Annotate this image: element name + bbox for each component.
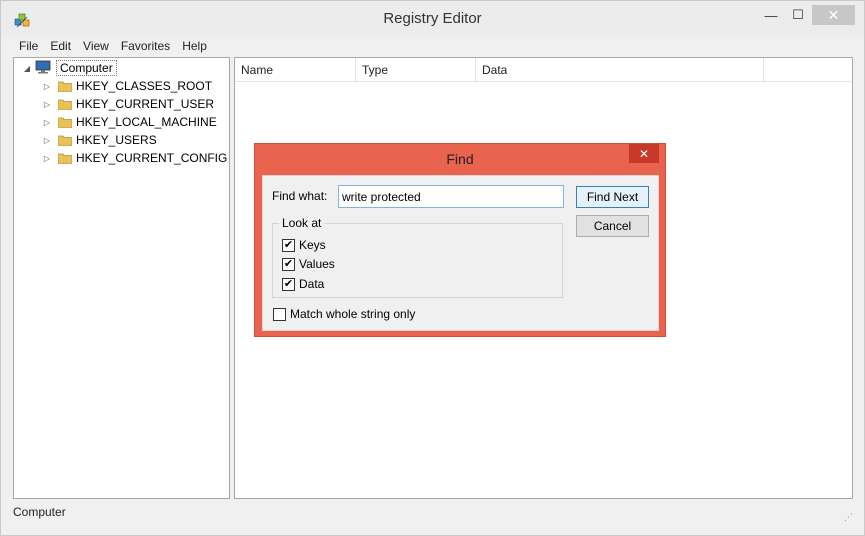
find-dialog-close-button[interactable]: ✕ — [629, 144, 659, 163]
tree-label-computer: Computer — [56, 60, 117, 76]
find-dialog-title[interactable]: Find — [255, 151, 665, 167]
list-header: Name Type Data — [235, 58, 852, 82]
menu-bar: File Edit View Favorites Help — [13, 37, 213, 55]
menu-favorites[interactable]: Favorites — [115, 37, 176, 55]
menu-help[interactable]: Help — [176, 37, 213, 55]
window-title: Registry Editor — [383, 10, 482, 27]
find-what-label: Find what: — [272, 189, 328, 203]
registry-tree[interactable]: ◢ Computer ▷ HKEY_CLASSES_ROOT ▷ HKEY_CU… — [13, 57, 230, 499]
resize-grip-icon[interactable]: ⋰ — [843, 512, 853, 522]
expand-arrow-icon[interactable]: ▷ — [42, 99, 52, 109]
folder-icon — [58, 98, 72, 110]
tree-label-hkcu: HKEY_CURRENT_USER — [76, 97, 215, 111]
menu-view[interactable]: View — [77, 37, 115, 55]
expand-arrow-icon[interactable]: ▷ — [42, 81, 52, 91]
look-at-group: Look at ✔ Keys ✔ Values ✔ Data — [272, 216, 563, 298]
tree-label-hklm: HKEY_LOCAL_MACHINE — [76, 115, 217, 129]
menu-edit[interactable]: Edit — [44, 37, 77, 55]
find-what-input[interactable] — [338, 185, 564, 208]
folder-icon — [58, 116, 72, 128]
data-label: Data — [299, 277, 325, 291]
column-header-data[interactable]: Data — [476, 58, 764, 82]
tree-node-hklm[interactable]: ▷ HKEY_LOCAL_MACHINE — [42, 113, 217, 131]
cancel-button[interactable]: Cancel — [576, 215, 649, 237]
values-checkbox[interactable]: ✔ — [282, 257, 295, 271]
collapse-arrow-icon[interactable]: ◢ — [22, 63, 32, 73]
match-whole-label: Match whole string only — [290, 307, 416, 321]
keys-label: Keys — [299, 238, 326, 252]
tree-node-hkcr[interactable]: ▷ HKEY_CLASSES_ROOT — [42, 77, 212, 95]
values-label: Values — [299, 257, 335, 271]
registry-editor-window: Registry Editor — ☐ ✕ File Edit View Fav… — [0, 0, 865, 536]
expand-arrow-icon[interactable]: ▷ — [42, 135, 52, 145]
match-whole-checkbox[interactable] — [273, 307, 286, 321]
column-header-name[interactable]: Name — [235, 58, 356, 82]
values-option[interactable]: ✔ Values — [282, 256, 335, 272]
tree-node-hkcu[interactable]: ▷ HKEY_CURRENT_USER — [42, 95, 214, 113]
tree-node-hkcc[interactable]: ▷ HKEY_CURRENT_CONFIG — [42, 149, 227, 167]
look-at-label: Look at — [279, 216, 325, 230]
match-whole-option[interactable]: Match whole string only — [273, 306, 415, 322]
keys-checkbox[interactable]: ✔ — [282, 238, 295, 252]
title-bar[interactable]: Registry Editor — ☐ ✕ — [1, 1, 864, 37]
maximize-button[interactable]: ☐ — [783, 5, 813, 25]
computer-icon — [34, 60, 52, 77]
tree-node-hku[interactable]: ▷ HKEY_USERS — [42, 131, 157, 149]
status-path: Computer — [13, 505, 66, 519]
status-bar: Computer ⋰ — [13, 502, 853, 522]
tree-label-hku: HKEY_USERS — [76, 133, 157, 147]
data-option[interactable]: ✔ Data — [282, 276, 324, 292]
expand-arrow-icon[interactable]: ▷ — [42, 153, 52, 163]
find-dialog-body: Find what: Find Next Cancel Look at ✔ Ke… — [262, 175, 659, 331]
keys-option[interactable]: ✔ Keys — [282, 237, 326, 253]
minimize-button[interactable]: — — [756, 5, 786, 25]
tree-node-computer[interactable]: ◢ Computer — [22, 59, 117, 77]
folder-icon — [58, 152, 72, 164]
folder-icon — [58, 134, 72, 146]
tree-label-hkcc: HKEY_CURRENT_CONFIG — [76, 151, 228, 165]
tree-label-hkcr: HKEY_CLASSES_ROOT — [76, 79, 213, 93]
find-dialog: Find ✕ Find what: Find Next Cancel Look … — [254, 143, 666, 337]
folder-icon — [58, 80, 72, 92]
expand-arrow-icon[interactable]: ▷ — [42, 117, 52, 127]
menu-file[interactable]: File — [13, 37, 44, 55]
column-header-type[interactable]: Type — [356, 58, 476, 82]
data-checkbox[interactable]: ✔ — [282, 277, 295, 291]
close-button[interactable]: ✕ — [812, 5, 855, 25]
find-next-button[interactable]: Find Next — [576, 186, 649, 208]
